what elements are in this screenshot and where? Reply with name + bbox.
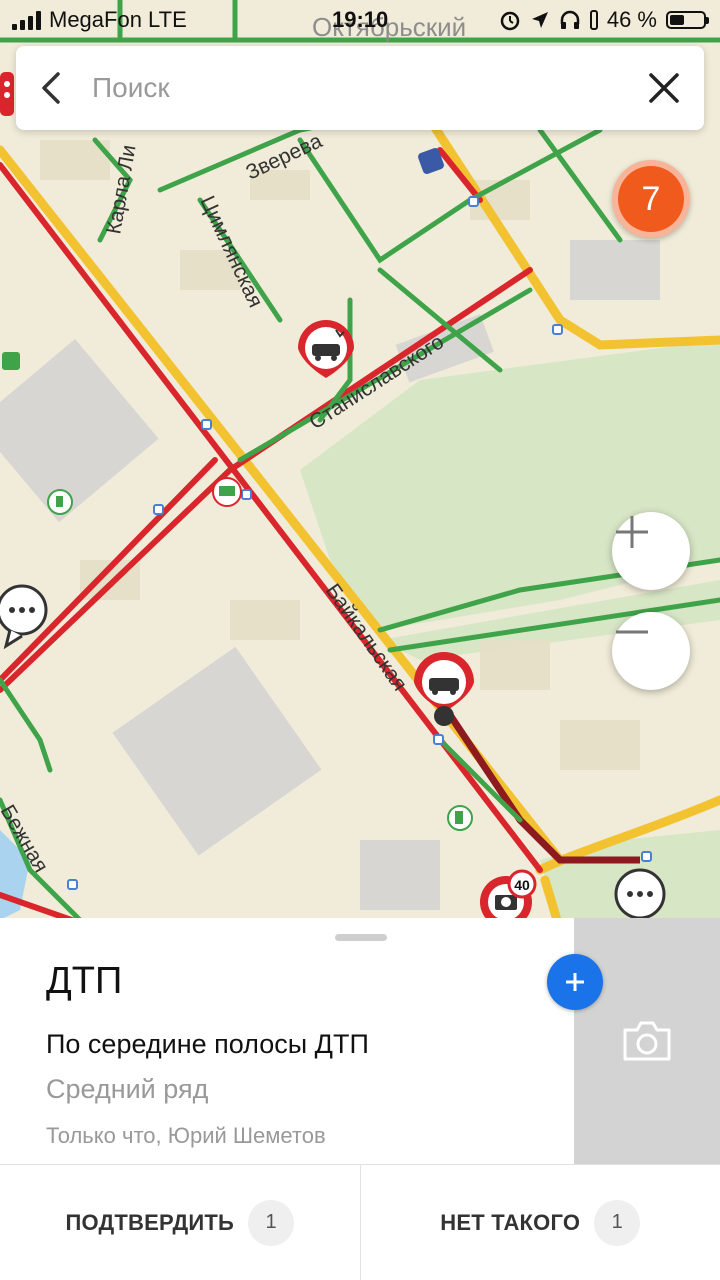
map-canvas[interactable]: Карла Ли Зверева Цимлянская Станиславско… — [0, 0, 720, 930]
map-view[interactable]: Карла Ли Зверева Цимлянская Станиславско… — [0, 0, 720, 930]
headphones-icon — [560, 10, 580, 29]
incident-sheet: ДТП По середине полосы ДТП Средний ряд Т… — [0, 918, 720, 1280]
signal-icon — [12, 10, 41, 30]
confirm-button[interactable]: ПОДТВЕРДИТЬ 1 — [0, 1165, 360, 1280]
incident-meta: Только что, Юрий Шеметов — [46, 1123, 326, 1148]
clock: 19:10 — [332, 7, 389, 32]
confirm-count-badge: 1 — [248, 1199, 295, 1246]
status-bar: MegaFon LTE 19:10 46 % — [0, 0, 720, 40]
incident-lane: Средний ряд — [46, 1074, 209, 1104]
search-bar — [16, 46, 704, 130]
deny-button[interactable]: НЕТ ТАКОГО 1 — [361, 1165, 720, 1280]
shop-icon[interactable] — [212, 477, 242, 507]
close-icon — [649, 73, 679, 103]
speed-limit-label: 40 — [514, 877, 530, 893]
camera-icon — [623, 1021, 671, 1061]
deny-label: НЕТ ТАКОГО — [440, 1209, 581, 1235]
confirm-label: ПОДТВЕРДИТЬ — [65, 1209, 235, 1235]
incident-info: ДТП По середине полосы ДТП Средний ряд Т… — [46, 958, 566, 1149]
battery-icon — [666, 11, 709, 29]
incident-title: ДТП — [46, 960, 123, 1002]
minus-icon — [616, 630, 648, 634]
incident-description: По середине полосы ДТП — [46, 1029, 369, 1059]
portrait-lock-icon — [589, 10, 598, 30]
sheet-drag-handle[interactable] — [335, 934, 387, 941]
back-button[interactable] — [16, 46, 86, 130]
alarm-icon — [500, 11, 520, 31]
action-bar: ПОДТВЕРДИТЬ 1 НЕТ ТАКОГО 1 — [0, 1165, 720, 1280]
traffic-light-icon[interactable] — [0, 72, 14, 116]
fuel-icon[interactable] — [447, 805, 473, 831]
close-button[interactable] — [624, 46, 704, 130]
add-icon — [566, 973, 584, 991]
chat-icon[interactable] — [614, 868, 666, 920]
plus-icon — [616, 516, 648, 548]
location-arrow-icon — [531, 12, 548, 28]
add-comment-button[interactable] — [547, 954, 603, 1010]
add-photo-area[interactable] — [574, 918, 720, 1164]
incident-cluster-badge[interactable]: 7 — [612, 160, 690, 238]
shop-icon[interactable] — [2, 352, 20, 370]
deny-count-badge: 1 — [594, 1199, 641, 1246]
battery-percent: 46 % — [606, 7, 657, 32]
zoom-in-button[interactable] — [612, 512, 690, 590]
zoom-out-button[interactable] — [612, 612, 690, 690]
ev-charger-icon[interactable] — [47, 489, 73, 515]
carrier-label: MegaFon LTE — [49, 7, 187, 32]
back-arrow-icon — [42, 72, 60, 104]
search-input[interactable] — [86, 57, 624, 119]
